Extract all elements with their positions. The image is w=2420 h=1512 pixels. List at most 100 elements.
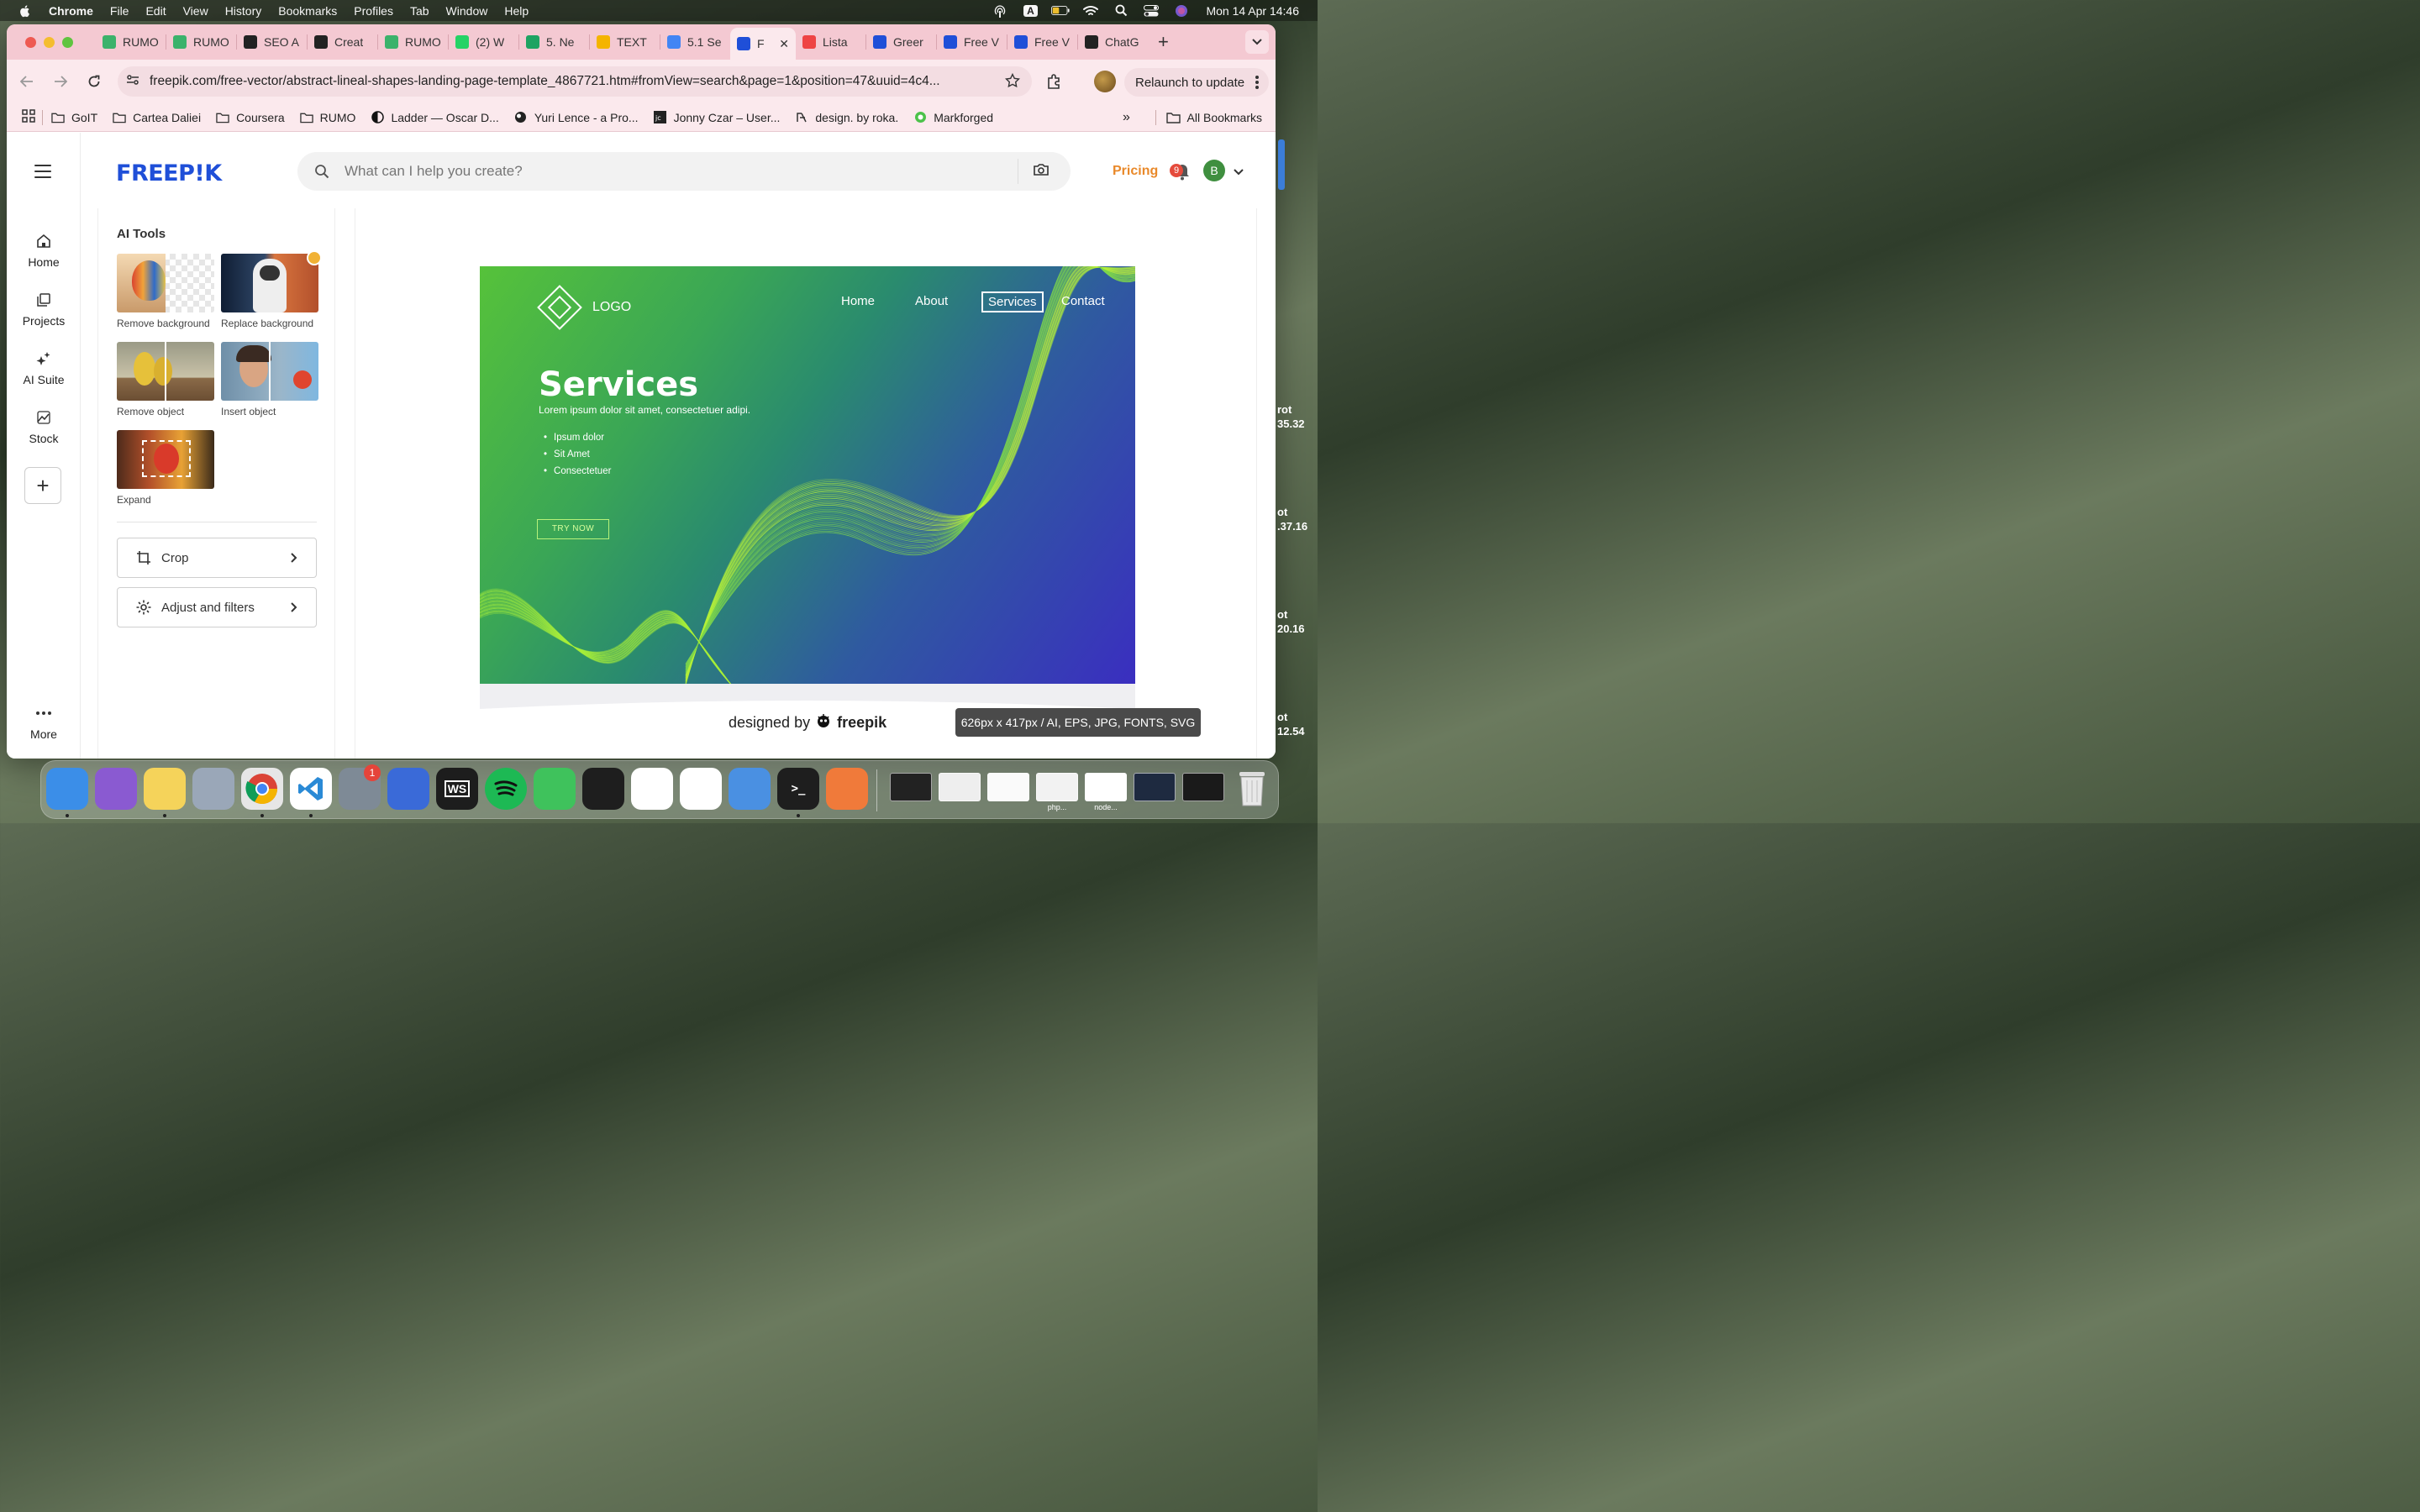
browser-tab[interactable]: Lista [796, 28, 865, 56]
url-text[interactable]: freepik.com/free-vector/abstract-lineal-… [150, 74, 990, 89]
crop-button[interactable]: Crop [117, 538, 317, 578]
dock-app-terminal-icon[interactable]: >_ [777, 768, 819, 810]
bookmark-item[interactable]: Cartea Daliei [113, 111, 201, 124]
browser-tab[interactable]: Free V [1007, 28, 1077, 56]
minimize-window-button[interactable] [44, 36, 55, 48]
menu-app-name[interactable]: Chrome [49, 4, 93, 18]
close-window-button[interactable] [25, 36, 36, 48]
browser-tab[interactable]: SEO A [237, 28, 307, 56]
nav-more[interactable]: More [7, 704, 81, 741]
address-bar[interactable]: freepik.com/free-vector/abstract-lineal-… [118, 66, 1032, 97]
browser-tab[interactable]: TEXT [590, 28, 660, 56]
browser-tab[interactable]: 5. Ne [519, 28, 589, 56]
wifi-icon[interactable] [1081, 4, 1100, 18]
dock-app-xcode-instruments-icon[interactable] [387, 768, 429, 810]
browser-tab[interactable]: Free V [937, 28, 1007, 56]
tool-insert-object[interactable]: Insert object [221, 342, 318, 417]
nav-ai-suite[interactable]: AI Suite [7, 349, 81, 386]
menu-file[interactable]: File [110, 4, 129, 18]
dock-minimized-window[interactable] [987, 773, 1029, 801]
hotspot-icon[interactable] [991, 4, 1009, 18]
dock-app-notes-icon[interactable] [144, 768, 186, 810]
reload-button[interactable] [86, 73, 103, 90]
dock-minimized-window[interactable] [939, 773, 981, 801]
all-bookmarks-folder[interactable]: All Bookmarks [1155, 110, 1262, 125]
tab-search-button[interactable] [1245, 30, 1269, 54]
menu-edit[interactable]: Edit [145, 4, 166, 18]
tool-expand[interactable]: Expand [117, 430, 214, 506]
dock-app-finder-icon[interactable] [46, 768, 88, 810]
zoom-window-button[interactable] [62, 36, 73, 48]
desktop-file-label[interactable]: ot .37.16 [1277, 505, 1307, 533]
nav-projects[interactable]: Projects [7, 291, 81, 328]
bookmark-item[interactable]: RUMO [299, 111, 355, 124]
desktop-file-label[interactable]: rot 35.32 [1277, 402, 1305, 431]
browser-tab[interactable]: Greer [866, 28, 936, 56]
dock-app-facetime-icon[interactable] [534, 768, 576, 810]
dock-minimized-window[interactable] [1182, 773, 1224, 801]
pricing-link[interactable]: Pricing [1113, 164, 1158, 179]
desktop-file-label[interactable]: ot 20.16 [1277, 607, 1305, 636]
dock-minimized-window[interactable] [890, 773, 932, 801]
dock-app-affinity-icon[interactable] [95, 768, 137, 810]
browser-tab[interactable]: F ✕ [730, 28, 796, 60]
dock-app-xcode-icon[interactable] [729, 768, 771, 810]
dock-minimized-window[interactable] [1036, 773, 1078, 801]
input-source-icon[interactable]: A [1021, 4, 1039, 18]
desktop-file-label[interactable]: ot 12.54 [1277, 710, 1305, 738]
bookmark-item[interactable]: Markforged [913, 111, 993, 124]
dock-minimized-window[interactable] [1134, 773, 1176, 801]
dock-app-figma-icon[interactable] [582, 768, 624, 810]
bookmark-item[interactable]: GoIT [51, 111, 97, 124]
apple-icon[interactable] [18, 4, 32, 18]
dock-app-teams-icon[interactable] [680, 768, 722, 810]
create-new-button[interactable]: + [24, 467, 61, 504]
dock-app-vscode-icon[interactable] [290, 768, 332, 810]
back-button[interactable] [18, 73, 35, 90]
tool-remove-object[interactable]: Remove object [117, 342, 214, 417]
site-settings-icon[interactable] [126, 73, 139, 91]
menu-view[interactable]: View [183, 4, 208, 18]
dock-minimized-window[interactable] [1085, 773, 1127, 801]
browser-tab[interactable]: RUMO [166, 28, 236, 56]
nav-stock[interactable]: Stock [7, 408, 81, 445]
menu-bookmarks[interactable]: Bookmarks [278, 4, 337, 18]
menu-help[interactable]: Help [504, 4, 529, 18]
camera-search-icon[interactable] [1034, 163, 1049, 181]
bookmark-item[interactable]: Ladder — Oscar D... [371, 111, 499, 124]
tool-replace-background[interactable]: Replace background [221, 250, 322, 329]
dock-app-app-store-icon[interactable] [631, 768, 673, 810]
menu-window[interactable]: Window [446, 4, 488, 18]
browser-tab[interactable]: Creat [308, 28, 377, 56]
apps-grid-icon[interactable] [22, 109, 35, 125]
search-input[interactable] [345, 152, 1000, 191]
tool-remove-background[interactable]: Remove background [117, 254, 214, 329]
dock-app-launchpad-icon[interactable] [192, 768, 234, 810]
bookmark-item[interactable]: Yuri Lence - a Pro... [514, 111, 639, 124]
chrome-menu-icon[interactable] [1255, 75, 1259, 93]
freepik-logo[interactable]: FREEP!K [116, 160, 222, 186]
bookmark-star-icon[interactable] [1004, 72, 1021, 92]
menu-tab[interactable]: Tab [410, 4, 429, 18]
dock-app-chrome-icon[interactable] [241, 768, 283, 810]
browser-tab[interactable]: RUMO [378, 28, 448, 56]
relaunch-update-button[interactable]: Relaunch to update [1124, 68, 1269, 97]
hamburger-menu-icon[interactable] [34, 165, 51, 182]
browser-tab[interactable]: 5.1 Se [660, 28, 730, 56]
adjust-filters-button[interactable]: Adjust and filters [117, 587, 317, 627]
profile-avatar[interactable] [1094, 71, 1116, 92]
more-bookmarks-button[interactable]: » [1123, 110, 1130, 125]
bookmark-item[interactable]: Coursera [216, 111, 285, 124]
bookmark-item[interactable]: design. by roka. [795, 111, 898, 124]
menu-history[interactable]: History [225, 4, 262, 18]
browser-tab[interactable]: (2) W [449, 28, 518, 56]
new-tab-button[interactable]: + [1158, 31, 1169, 53]
dock-app-sketchbook-icon[interactable] [826, 768, 868, 810]
close-tab-icon[interactable]: ✕ [779, 37, 789, 51]
control-center-icon[interactable] [1142, 4, 1160, 18]
trash-icon[interactable] [1231, 768, 1273, 810]
menubar-clock[interactable]: Mon 14 Apr 14:46 [1206, 4, 1299, 18]
bookmark-item[interactable]: jc Jonny Czar – User... [654, 111, 780, 124]
siri-icon[interactable] [1172, 4, 1191, 18]
extensions-puzzle-icon[interactable] [1045, 72, 1064, 95]
